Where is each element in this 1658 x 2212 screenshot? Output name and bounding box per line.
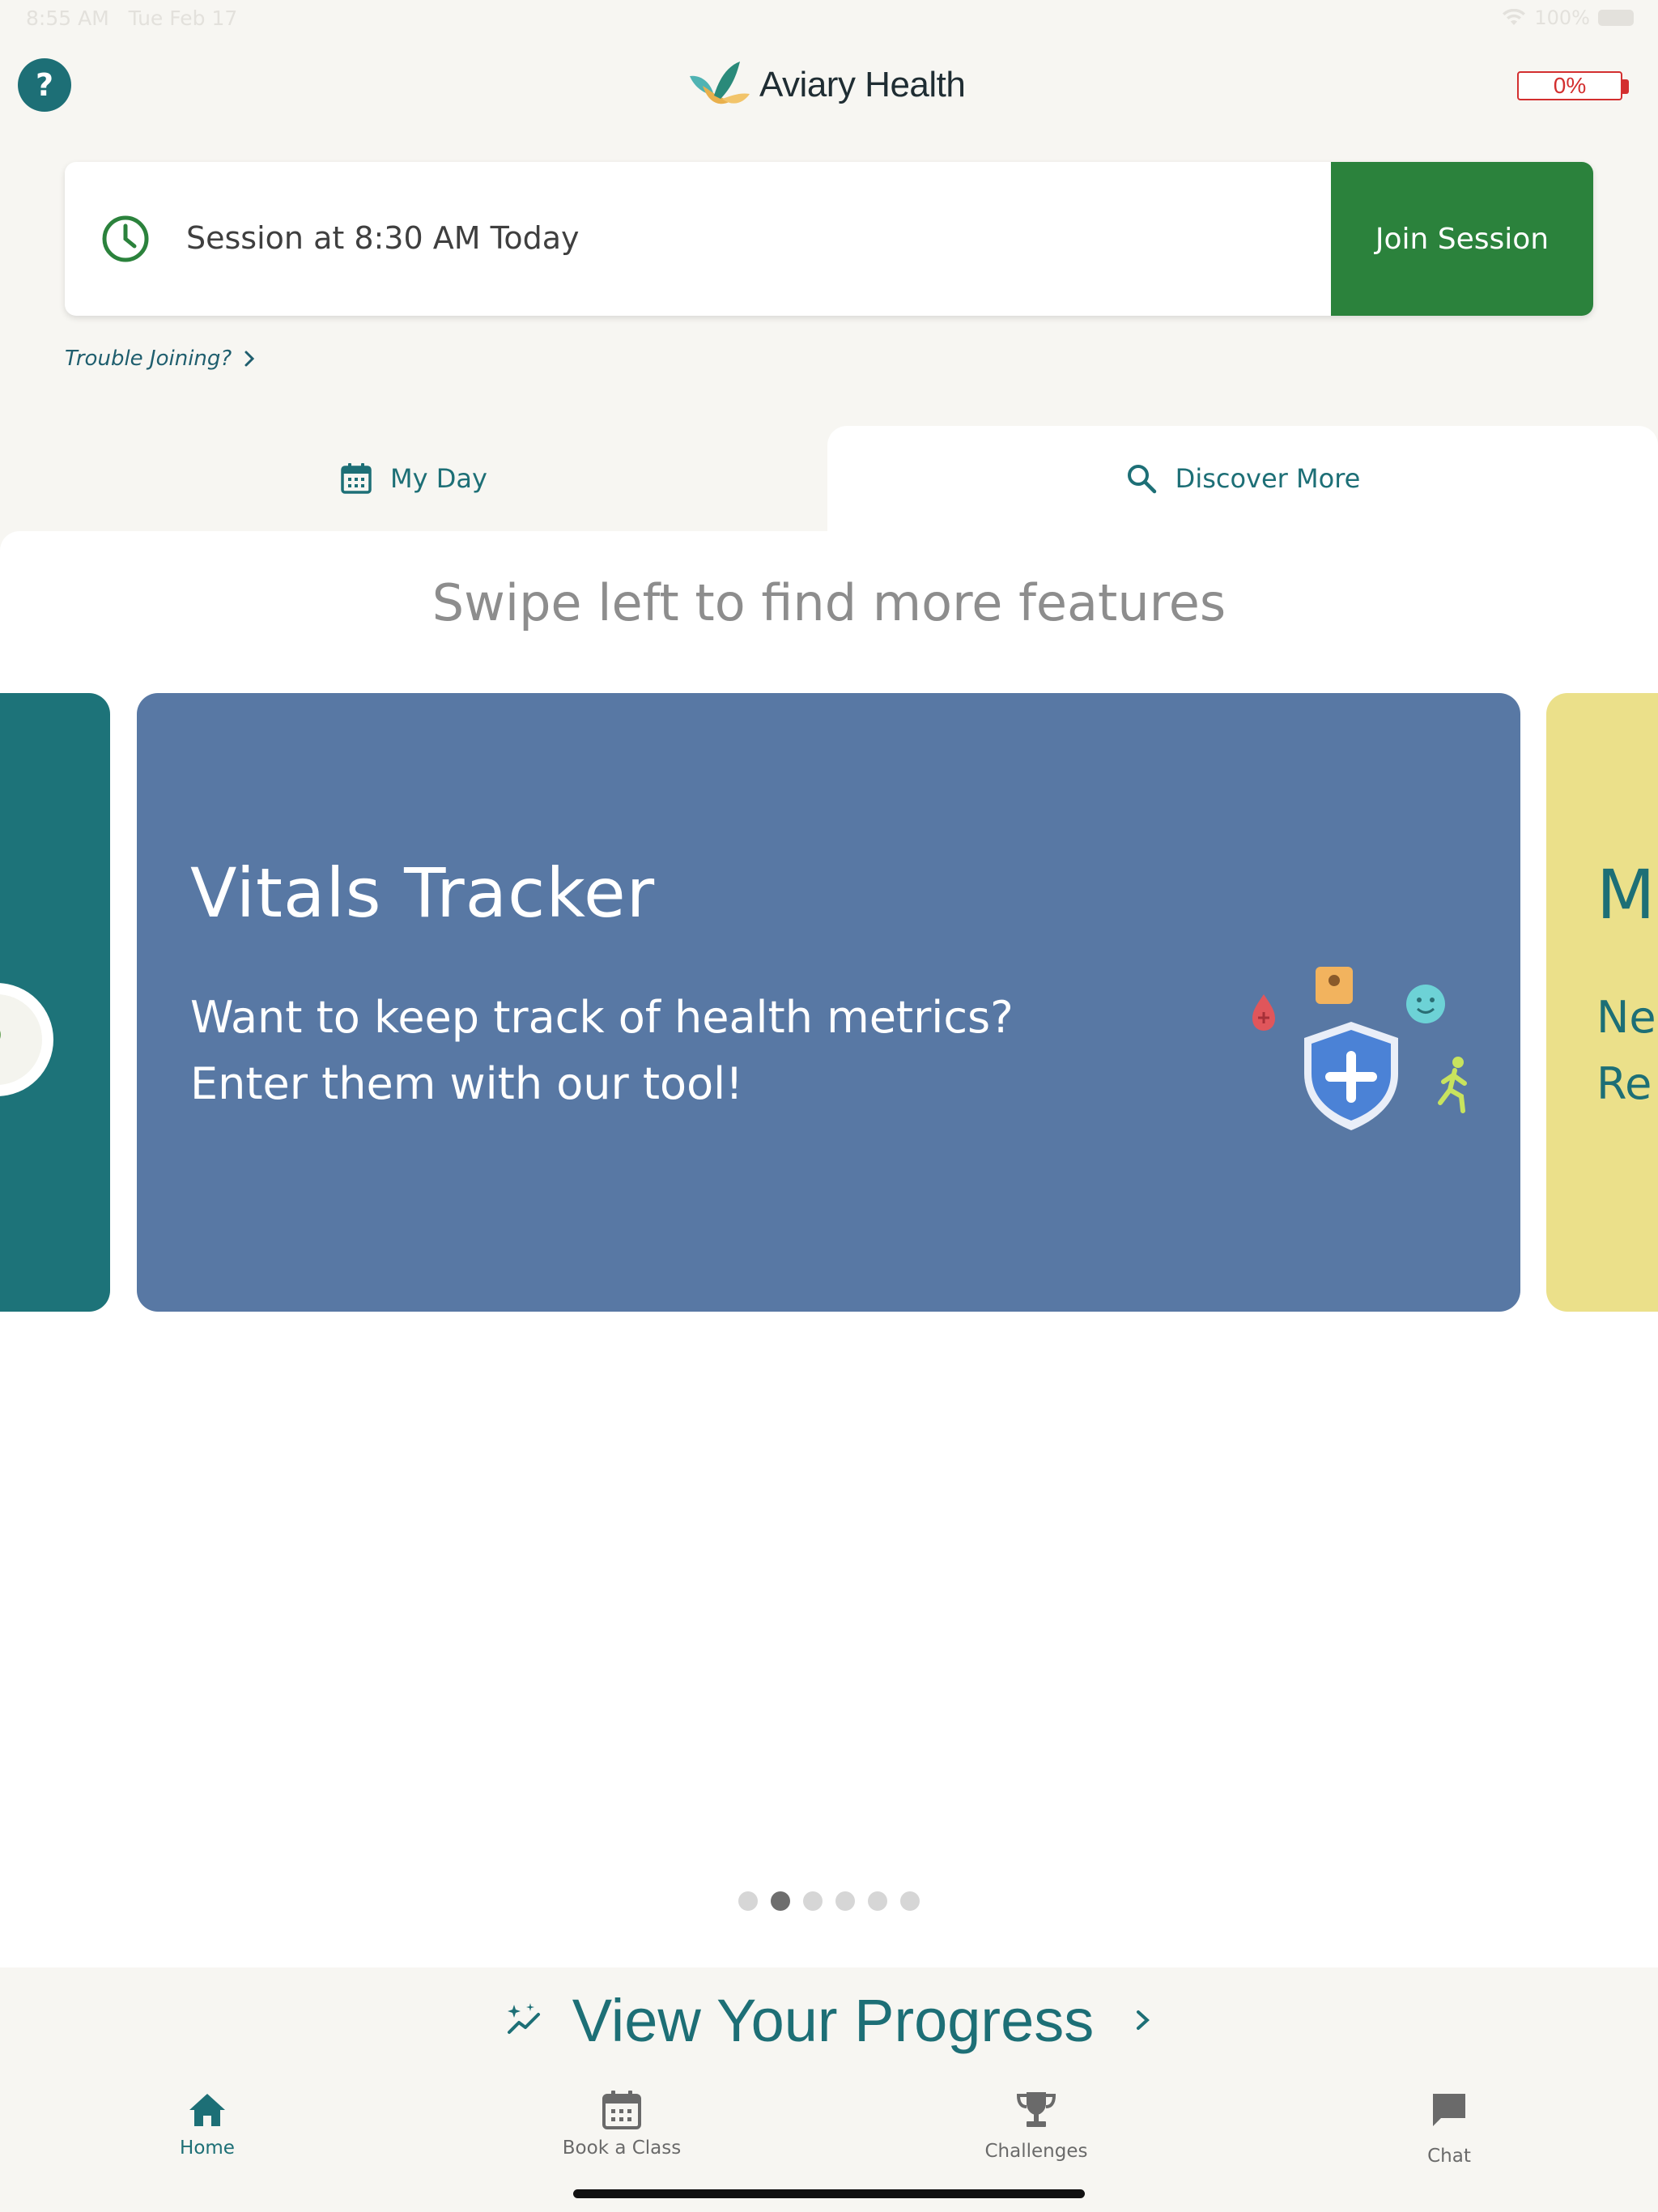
card-description-line-1: Want to keep track of health metrics? (190, 992, 1014, 1043)
search-icon (1127, 465, 1156, 494)
carousel-card-vitals-tracker[interactable]: Vitals Tracker Want to keep track of hea… (137, 693, 1520, 1312)
nav-item-home[interactable]: Home (110, 2089, 304, 2159)
nav-item-chat[interactable]: Chat (1352, 2089, 1546, 2167)
nav-challenges-label: Challenges (984, 2141, 1088, 2162)
help-button[interactable]: ? (18, 58, 71, 112)
pager-dot[interactable] (900, 1891, 920, 1911)
pager-dot[interactable] (738, 1891, 758, 1911)
pager-dot[interactable] (771, 1891, 790, 1911)
sparkle-chart-icon (507, 2003, 540, 2034)
view-progress-label: View Your Progress (572, 1986, 1095, 2054)
status-date: Tue Feb 17 (128, 6, 238, 30)
help-label: ? (35, 67, 54, 103)
view-progress-link[interactable]: View Your Progress (0, 1967, 1658, 2073)
join-session-label: Join Session (1375, 222, 1550, 256)
nav-item-challenges[interactable]: Challenges (939, 2089, 1133, 2162)
session-text: Session at 8:30 AM Today (186, 220, 580, 256)
next-card-line-1: Ne (1596, 992, 1656, 1043)
carousel-card-previous[interactable] (0, 693, 110, 1312)
chat-icon (1433, 2094, 1465, 2126)
status-right: 100% (1502, 6, 1634, 29)
app-name: Aviary Health (759, 65, 966, 104)
calendar-icon (341, 463, 372, 494)
discover-panel: Swipe left to find more features Vitals … (0, 531, 1658, 1967)
session-card: Session at 8:30 AM Today Join Session (65, 162, 1593, 316)
battery-label: 0% (1553, 73, 1587, 98)
nav-home-label: Home (180, 2138, 235, 2159)
trophy-icon (1016, 2092, 1056, 2127)
bird-logo-icon (690, 62, 750, 104)
tab-my-day-label: My Day (390, 463, 487, 494)
tab-discover-more-label: Discover More (1175, 463, 1361, 494)
tab-discover-more[interactable]: Discover More (827, 426, 1658, 531)
trouble-joining-link[interactable]: Trouble Joining? (65, 347, 256, 371)
chevron-right-icon (244, 351, 255, 367)
broccoli-globe-icon (0, 994, 42, 1085)
pager-dot[interactable] (868, 1891, 887, 1911)
battery-tip (1622, 79, 1629, 94)
swipe-hint: Swipe left to find more features (432, 573, 1226, 632)
brand-logo: Aviary Health (687, 57, 966, 113)
chevron-right-icon (1137, 2010, 1150, 2030)
carousel-card-next[interactable]: M Ne Re (1546, 693, 1658, 1312)
pager-dot[interactable] (803, 1891, 823, 1911)
next-card-description: Ne Re (1596, 985, 1656, 1117)
trouble-joining-label: Trouble Joining? (65, 347, 232, 371)
nav-chat-label: Chat (1427, 2146, 1471, 2167)
join-session-button[interactable]: Join Session (1331, 162, 1593, 316)
next-card-title: M (1596, 855, 1656, 934)
health-shield-icon (1252, 967, 1467, 1130)
card-description-line-2: Enter them with our tool! (190, 1058, 743, 1109)
card-title: Vitals Tracker (190, 853, 656, 933)
nav-item-book-a-class[interactable]: Book a Class (525, 2089, 719, 2159)
next-card-line-2: Re (1596, 1058, 1652, 1109)
prev-card-illustration (0, 983, 53, 1096)
nav-book-label: Book a Class (562, 2138, 682, 2159)
carousel-pager (0, 1891, 1658, 1911)
clock-icon (102, 215, 149, 262)
wifi-icon (1503, 9, 1526, 25)
calendar-icon (602, 2091, 641, 2129)
status-bar: 8:55 AM Tue Feb 17 100% (0, 0, 1658, 39)
status-battery-percent: 100% (1534, 6, 1590, 29)
device-battery-indicator: 0% (1517, 71, 1629, 100)
status-battery-icon (1598, 10, 1634, 26)
home-indicator[interactable] (573, 2189, 1085, 2198)
card-description: Want to keep track of health metrics? En… (190, 985, 1162, 1117)
pager-dot[interactable] (835, 1891, 855, 1911)
status-time: 8:55 AM Tue Feb 17 (26, 6, 238, 30)
tab-my-day[interactable]: My Day (0, 426, 827, 531)
home-icon (189, 2094, 225, 2126)
